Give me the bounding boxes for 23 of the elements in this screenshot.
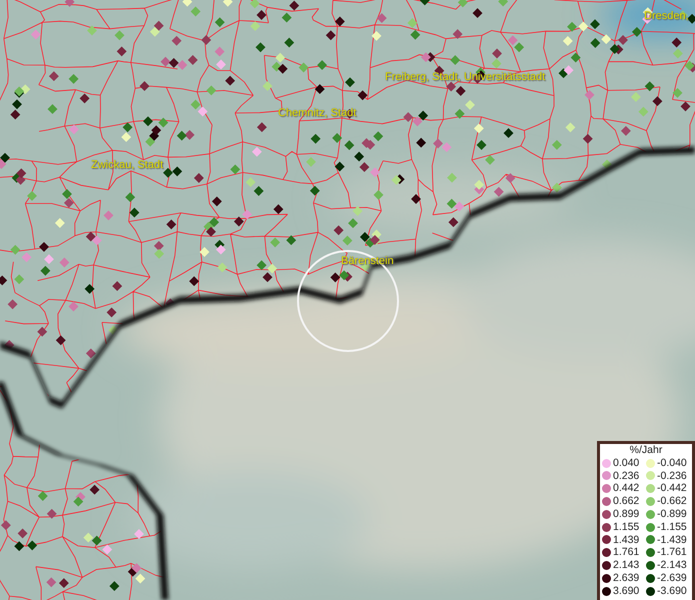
legend-value: -0.040 [657,456,687,470]
legend-value: 3.690 [613,584,640,598]
legend-value: -2.143 [657,559,687,572]
legend-value: -0.662 [657,495,687,508]
legend-value: 0.899 [613,508,640,521]
legend-value: 0.040 [613,456,640,470]
legend-value: -0.899 [657,508,687,521]
legend-value: -0.236 [657,470,687,482]
legend-value: 1.761 [613,546,640,560]
legend-value: -2.639 [657,572,687,585]
legend-value: 1.439 [613,534,640,546]
legend-value: -3.690 [657,584,687,598]
legend-value: 1.155 [613,520,640,534]
legend-value: -1.155 [657,520,687,534]
legend-title: %/Jahr [628,444,664,457]
legend-value: -1.761 [657,546,687,560]
legend-value: 2.639 [613,572,640,585]
legend-value: -1.439 [657,534,687,546]
legend-value: -0.442 [657,482,687,496]
legend-value: 0.236 [613,470,640,482]
legend-value: 2.143 [613,559,640,572]
legend-value: 0.442 [613,482,640,496]
legend-value: 0.662 [613,495,640,508]
